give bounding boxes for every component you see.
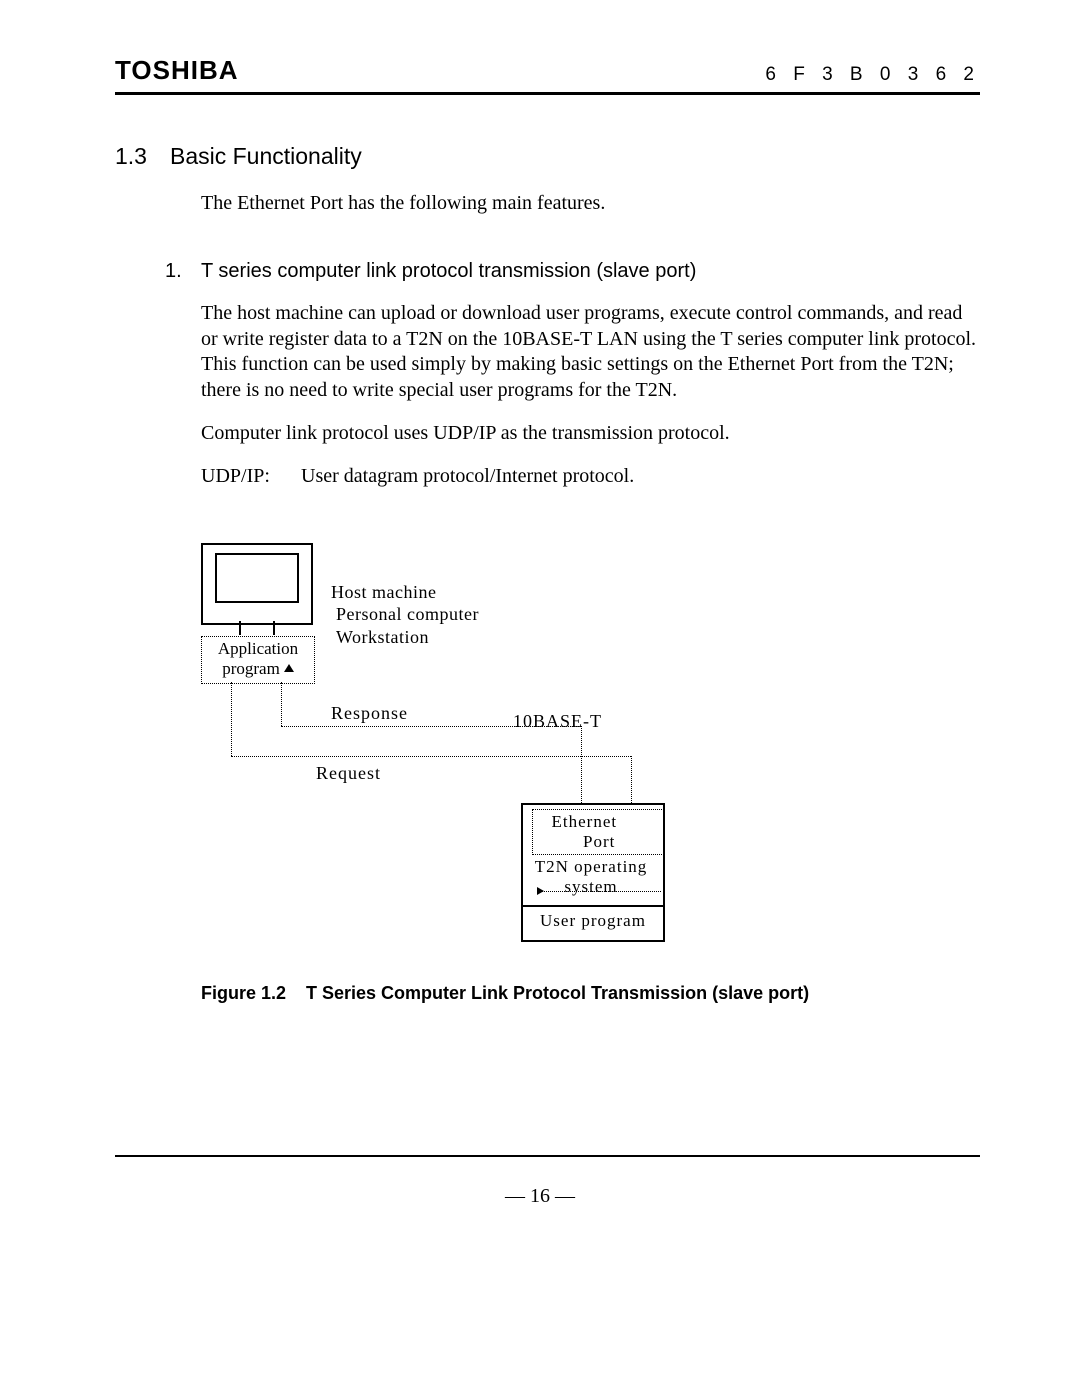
divider-line	[523, 905, 663, 907]
t2n-box: Ethernet Port T2N operating system User …	[521, 803, 665, 942]
definition-term: UDP/IP:	[201, 465, 301, 488]
figure-caption-text: T Series Computer Link Protocol Transmis…	[306, 983, 809, 1003]
ethernet-port-box: Ethernet Port	[532, 809, 664, 855]
page-number: — 16 —	[0, 1185, 1080, 1208]
dotted-line	[581, 726, 582, 803]
t2n-os-label: T2N operating system	[525, 857, 657, 898]
item-heading-text: T series computer link protocol transmis…	[201, 260, 696, 282]
host-machine-label: Host machine Personal computer Workstati…	[331, 581, 479, 649]
host-line-2: Personal computer	[336, 604, 479, 624]
request-label: Request	[316, 763, 381, 784]
figure-caption: Figure 1.2T Series Computer Link Protoco…	[201, 983, 980, 1004]
section-intro: The Ethernet Port has the following main…	[201, 192, 980, 215]
body-paragraph-1: The host machine can upload or download …	[201, 301, 980, 403]
os-line-1: T2N operating	[535, 857, 648, 876]
arrow-up-icon	[284, 664, 294, 672]
page: TOSHIBA 6 F 3 B 0 3 6 2 1.3Basic Functio…	[0, 0, 1080, 1397]
port-line-1: Ethernet	[552, 812, 618, 831]
dotted-line	[281, 682, 282, 726]
host-line-1: Host machine	[331, 582, 436, 602]
response-label: Response	[331, 703, 408, 724]
monitor-icon	[201, 543, 313, 625]
definition-text: User datagram protocol/Internet protocol…	[301, 465, 634, 487]
host-line-3: Workstation	[336, 627, 429, 647]
definition-line: UDP/IP:User datagram protocol/Internet p…	[201, 465, 980, 488]
item-number: 1.	[165, 260, 201, 283]
user-program-label: User program	[523, 911, 663, 931]
document-code: 6 F 3 B 0 3 6 2	[765, 64, 980, 86]
body-paragraph-2: Computer link protocol uses UDP/IP as th…	[201, 421, 980, 447]
port-line-2: Port	[583, 832, 615, 851]
dotted-line	[231, 756, 631, 757]
page-header: TOSHIBA 6 F 3 B 0 3 6 2	[115, 55, 980, 95]
brand-logo: TOSHIBA	[115, 55, 239, 86]
section-heading: 1.3Basic Functionality	[115, 143, 980, 170]
app-label-2: program	[222, 659, 280, 678]
dotted-line	[231, 682, 232, 756]
dotted-line	[631, 756, 632, 803]
app-label-1: Application	[218, 639, 298, 658]
monitor-screen	[215, 553, 299, 603]
section-number: 1.3	[115, 143, 170, 170]
footer-rule	[115, 1155, 980, 1157]
dotted-line	[281, 726, 581, 727]
figure-diagram: Application program Host machine Persona…	[201, 543, 761, 963]
figure-number: Figure 1.2	[201, 983, 306, 1004]
application-program-box: Application program	[201, 636, 315, 684]
os-line-2: system	[564, 877, 617, 896]
list-item-heading: 1.T series computer link protocol transm…	[165, 260, 980, 283]
10base-t-label: 10BASE-T	[513, 711, 602, 732]
section-title-text: Basic Functionality	[170, 143, 362, 169]
monitor-stand	[239, 621, 275, 635]
